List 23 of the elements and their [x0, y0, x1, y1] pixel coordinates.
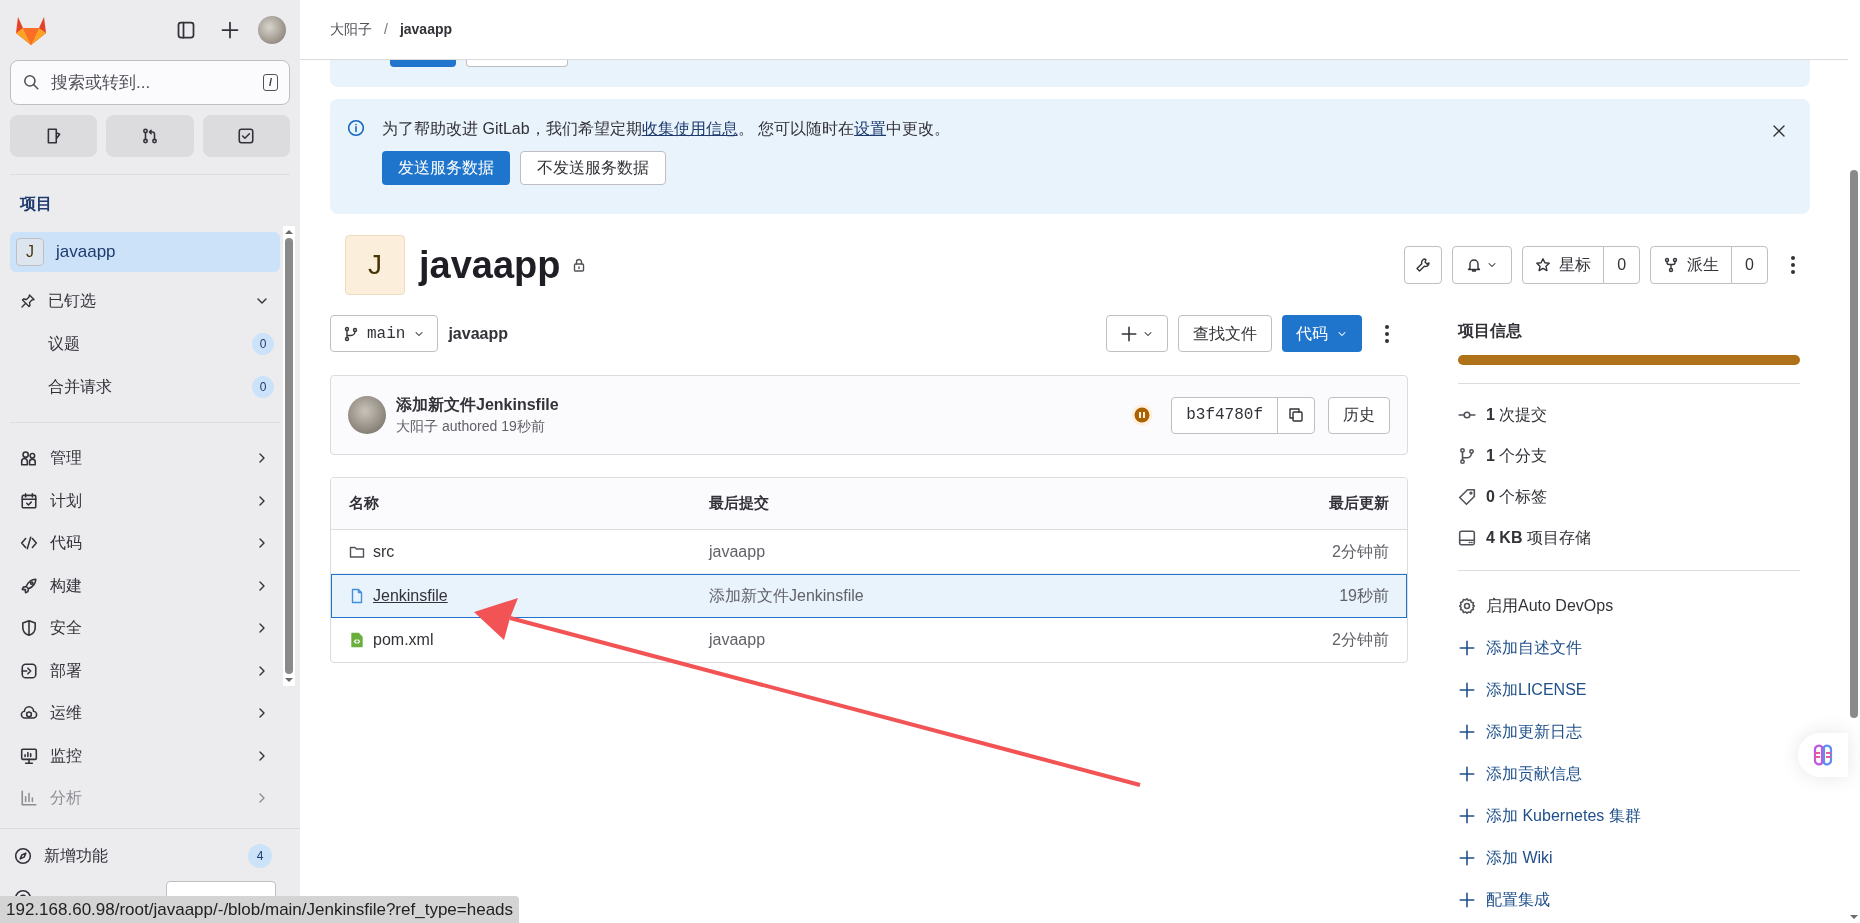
project-initial: J	[16, 238, 44, 266]
repo-path: javaapp	[448, 323, 508, 344]
section-title: 项目	[18, 194, 53, 214]
project-info-title: 项目信息	[1458, 321, 1523, 341]
pinned-item-label: 合并请求	[48, 376, 113, 397]
breadcrumb-separator: /	[384, 20, 388, 39]
updated-time: 2分钟前	[1332, 541, 1389, 562]
updated-time: 19秒前	[1339, 585, 1389, 606]
column-header: 最后提交	[709, 493, 770, 514]
banner-message: 为了帮助改进 GitLab，我们希望定期收集使用信息。 您可以随时在设置中更改。	[382, 119, 951, 139]
project-name: javaapp	[56, 241, 116, 264]
updated-time: 2分钟前	[1332, 630, 1389, 650]
count-badge: 0	[252, 375, 274, 398]
count-badge: 0	[252, 332, 274, 355]
pinned-item-label: 议题	[48, 333, 81, 354]
column-header: 名称	[349, 493, 380, 514]
link-status-tooltip: 192.168.60.98/root/javaapp/-/blob/main/Jenkinsfile?ref_type=heads	[0, 896, 520, 923]
project-avatar: J	[345, 235, 405, 295]
shortcut-key: /	[263, 74, 278, 91]
column-header: 最后更新	[1329, 493, 1389, 514]
project-title: javaapp	[419, 242, 561, 288]
commit-meta: authored 19秒前	[442, 416, 545, 436]
count-badge: 4	[248, 844, 272, 868]
